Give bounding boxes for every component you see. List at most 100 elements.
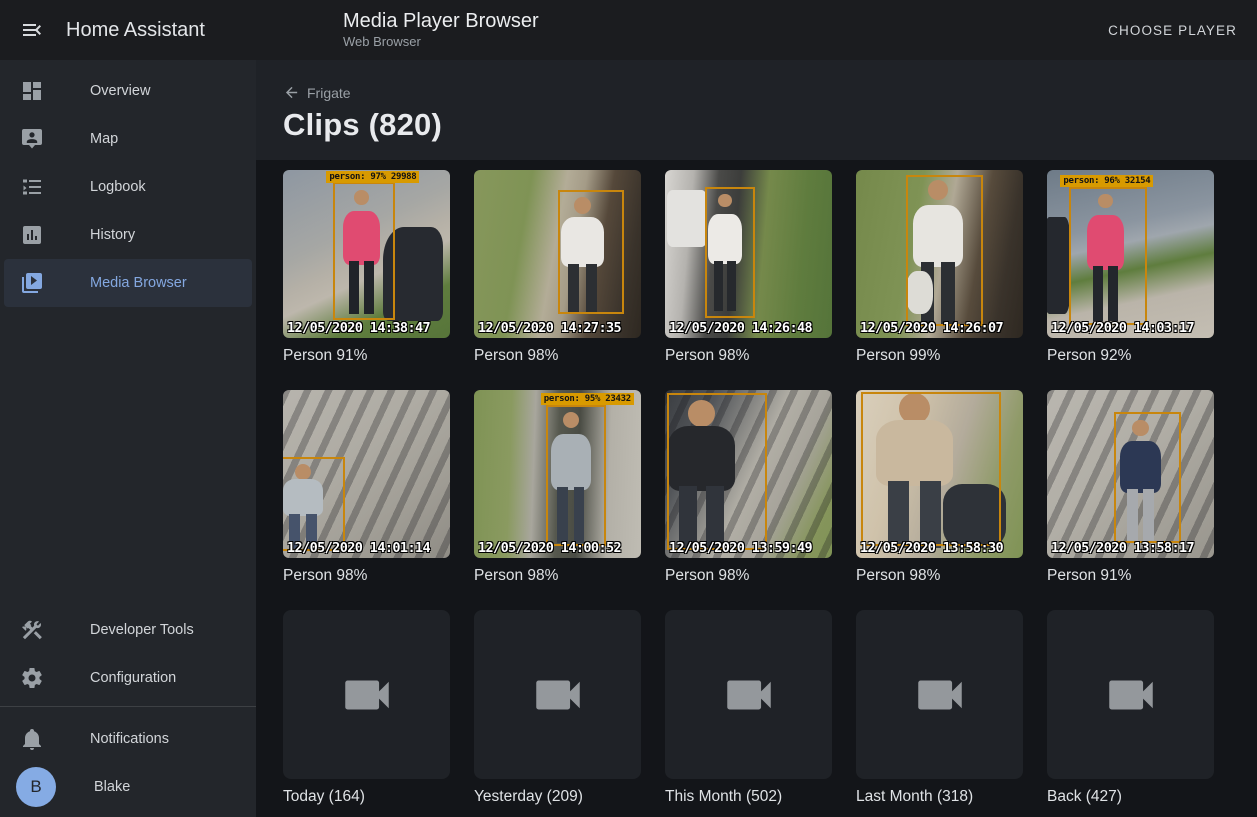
clips-page-title: Clips (820) [283,107,1257,143]
clip-caption: Person 98% [856,567,1023,585]
sidebar-item-label: Logbook [90,179,146,195]
sidebar-item-map[interactable]: Map [4,115,252,163]
detection-bounding-box [667,393,767,549]
detection-bounding-box [705,187,755,318]
clip-timestamp-overlay: 12/05/2020 14:38:47 [287,320,430,336]
folder-thumbnail [856,610,1023,779]
clip-timestamp-overlay: 12/05/2020 14:26:07 [860,320,1003,336]
clip-card[interactable]: person: 96% 32154 12/05/2020 14:03:17 Pe… [1047,170,1214,365]
clip-timestamp-overlay: 12/05/2020 13:59:49 [669,540,812,556]
detection-bounding-box [1069,187,1147,325]
clip-timestamp-overlay: 12/05/2020 14:27:35 [478,320,621,336]
sidebar-item-label: Configuration [90,670,176,686]
hammer-icon [20,618,44,642]
clip-thumbnail: person: 97% 29988 12/05/2020 14:38:47 [283,170,450,338]
clip-thumbnail: 12/05/2020 13:58:30 [856,390,1023,558]
folder-card[interactable]: This Month (502) [665,610,832,806]
clip-caption: Person 91% [283,347,450,365]
clip-card[interactable]: 12/05/2020 13:58:17 Person 91% [1047,390,1214,585]
clip-caption: Person 98% [474,347,641,365]
dashboard-icon [20,79,44,103]
sidebar-item-label: History [90,227,135,243]
sidebar-item-label: Developer Tools [90,622,194,638]
sidebar-item-media-browser[interactable]: Media Browser [4,259,252,307]
sidebar-user-name: Blake [94,779,130,795]
sidebar-item-label: Media Browser [90,275,187,291]
video-camera-icon [911,666,969,724]
clip-thumbnail: 12/05/2020 14:26:07 [856,170,1023,338]
sidebar-spacer [0,307,256,606]
clip-caption: Person 99% [856,347,1023,365]
sidebar-item-configuration[interactable]: Configuration [4,654,252,702]
clip-card[interactable]: person: 97% 29988 12/05/2020 14:38:47 Pe… [283,170,450,365]
folder-caption: Last Month (318) [856,788,1023,806]
topbar-left: Home Assistant [0,8,256,52]
clip-card[interactable]: 12/05/2020 14:26:48 Person 98% [665,170,832,365]
sidebar-item-developer-tools[interactable]: Developer Tools [4,606,252,654]
video-camera-icon [1102,666,1160,724]
detection-score-chip: person: 97% 29988 [326,171,419,183]
folder-card[interactable]: Last Month (318) [856,610,1023,806]
folder-card[interactable]: Back (427) [1047,610,1214,806]
menu-open-icon[interactable] [10,8,54,52]
clip-card[interactable]: person: 95% 23432 12/05/2020 14:00:52 Pe… [474,390,641,585]
clip-caption: Person 98% [474,567,641,585]
clip-thumbnail: person: 95% 23432 12/05/2020 14:00:52 [474,390,641,558]
clip-card[interactable]: 12/05/2020 14:01:14 Person 98% [283,390,450,585]
clip-card[interactable]: 12/05/2020 14:27:35 Person 98% [474,170,641,365]
detection-score-chip: person: 96% 32154 [1060,175,1153,187]
detection-bounding-box [333,182,395,320]
media-browser-header: Frigate Clips (820) [256,60,1257,160]
media-browser-icon [20,271,44,295]
folder-card[interactable]: Yesterday (209) [474,610,641,806]
clip-thumbnail: 12/05/2020 14:26:48 [665,170,832,338]
clip-thumbnail: 12/05/2020 14:01:14 [283,390,450,558]
sidebar-item-overview[interactable]: Overview [4,67,252,115]
page-title-block: Media Player Browser Web Browser [343,10,539,50]
sidebar-item-logbook[interactable]: Logbook [4,163,252,211]
sidebar-divider [0,706,256,707]
history-chart-icon [20,223,44,247]
clip-card[interactable]: 12/05/2020 13:58:30 Person 98% [856,390,1023,585]
video-camera-icon [338,666,396,724]
folder-card[interactable]: Today (164) [283,610,450,806]
clip-caption: Person 98% [665,347,832,365]
sidebar-item-user-profile[interactable]: B Blake [4,763,252,811]
clip-caption: Person 92% [1047,347,1214,365]
sidebar-item-label: Overview [90,83,150,99]
folder-thumbnail [1047,610,1214,779]
top-app-bar: Home Assistant Media Player Browser Web … [0,0,1257,60]
sidebar-item-label: Map [90,131,118,147]
clip-card[interactable]: 12/05/2020 14:26:07 Person 99% [856,170,1023,365]
folder-caption: This Month (502) [665,788,832,806]
clip-thumbnail: 12/05/2020 13:59:49 [665,390,832,558]
detection-bounding-box [283,457,345,551]
scene-object [1047,217,1070,314]
scene-object [667,190,707,247]
clip-caption: Person 91% [1047,567,1214,585]
clip-card[interactable]: 12/05/2020 13:59:49 Person 98% [665,390,832,585]
clip-timestamp-overlay: 12/05/2020 14:03:17 [1051,320,1194,336]
folder-thumbnail [283,610,450,779]
clips-grid: person: 97% 29988 12/05/2020 14:38:47 Pe… [256,160,1257,806]
clip-timestamp-overlay: 12/05/2020 14:01:14 [287,540,430,556]
sidebar: Overview Map Logbook History [0,60,256,817]
page-subtitle: Web Browser [343,35,539,50]
media-grid-scroll-area[interactable]: person: 97% 29988 12/05/2020 14:38:47 Pe… [256,160,1257,817]
detection-bounding-box [861,392,1001,547]
gear-icon [20,666,44,690]
breadcrumb-label: Frigate [307,85,351,101]
sidebar-item-notifications[interactable]: Notifications [4,715,252,763]
folder-thumbnail [474,610,641,779]
bell-icon [20,727,44,751]
folder-thumbnail [665,610,832,779]
clip-thumbnail: 12/05/2020 14:27:35 [474,170,641,338]
detection-score-chip: person: 95% 23432 [541,393,634,405]
detection-bounding-box [906,175,983,326]
breadcrumb-back-frigate[interactable]: Frigate [283,84,1257,101]
logbook-list-icon [20,175,44,199]
folder-caption: Yesterday (209) [474,788,641,806]
clip-timestamp-overlay: 12/05/2020 14:00:52 [478,540,621,556]
choose-player-button[interactable]: CHOOSE PLAYER [1100,13,1245,48]
sidebar-item-history[interactable]: History [4,211,252,259]
